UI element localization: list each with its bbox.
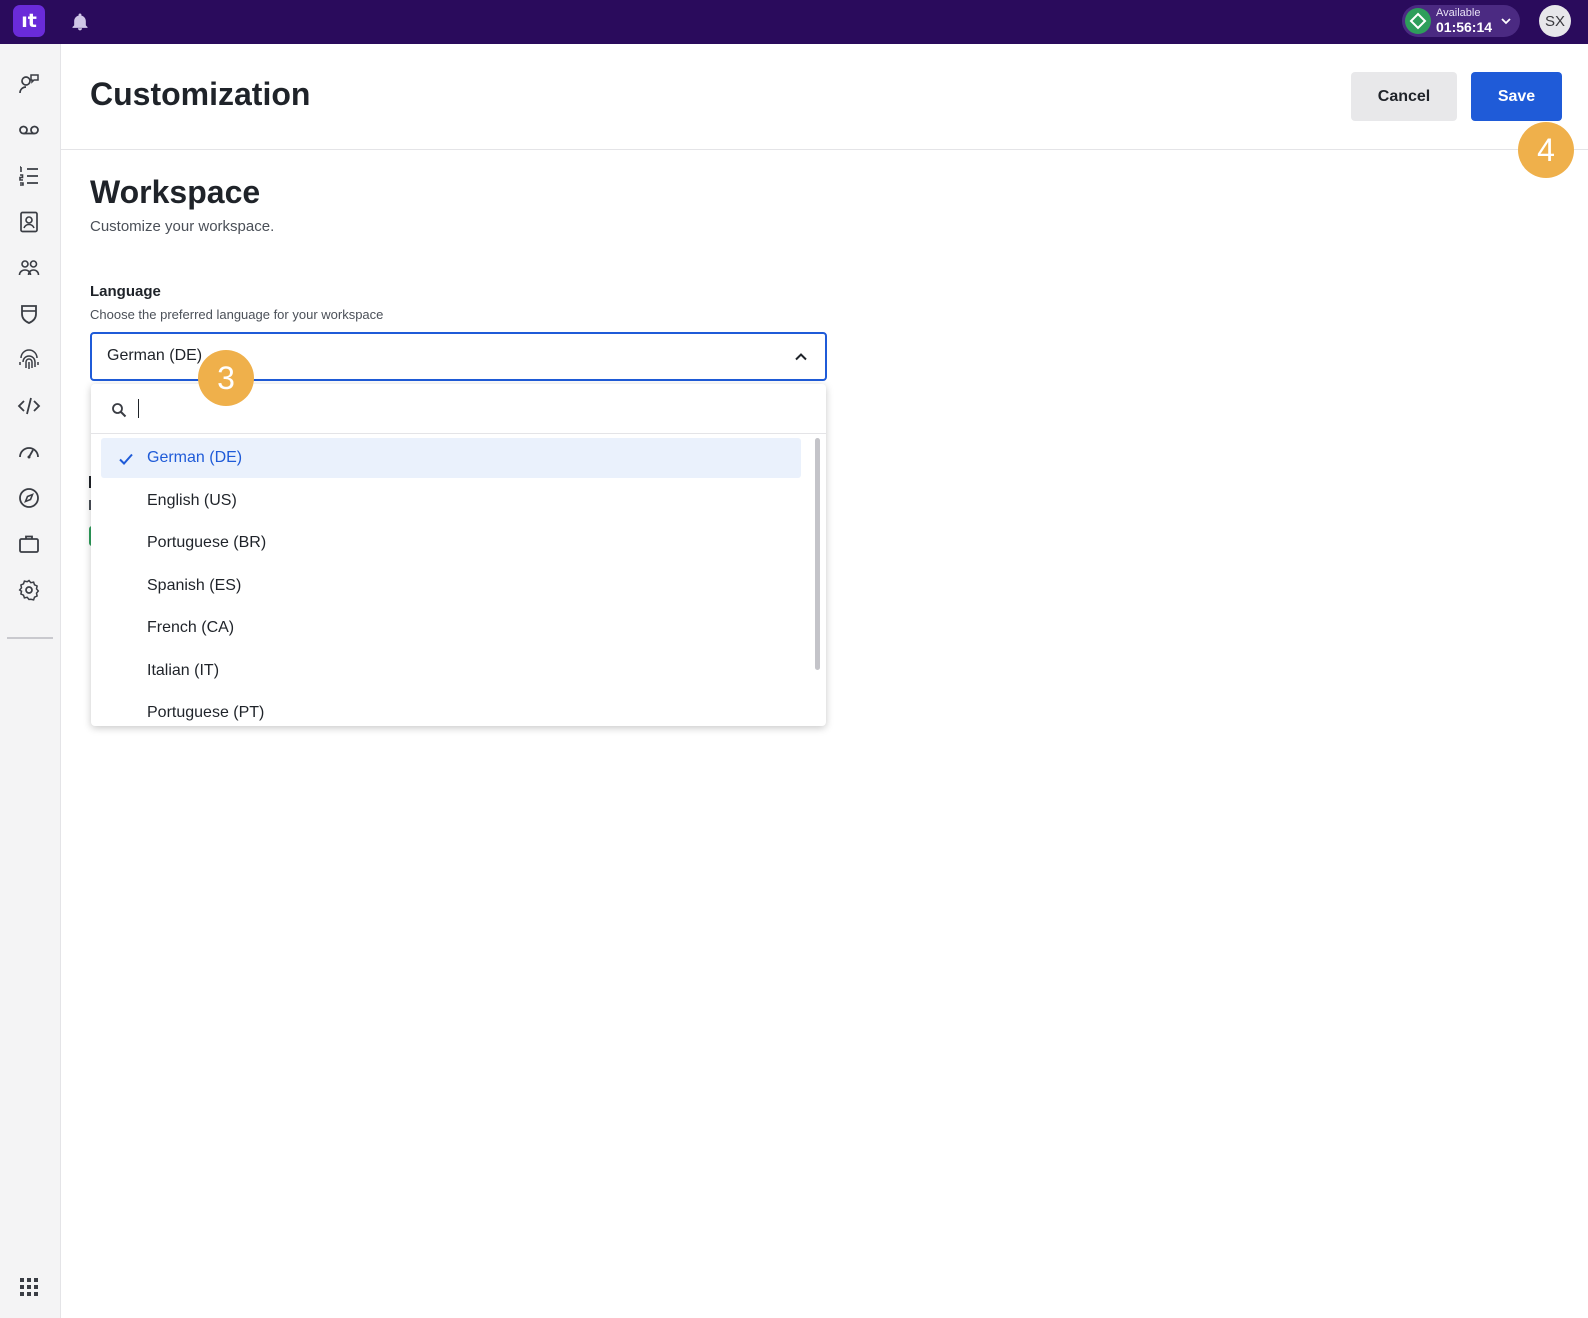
app-logo[interactable]: ıt xyxy=(13,5,45,37)
language-option[interactable]: Portuguese (BR) xyxy=(101,523,801,563)
step-marker: 3 xyxy=(198,350,254,406)
bell-icon[interactable] xyxy=(70,12,90,32)
language-option[interactable]: Spanish (ES) xyxy=(101,566,801,606)
section-subtitle: Customize your workspace. xyxy=(90,218,275,235)
app-window: ıt Available 01:56:14 SX Customization C… xyxy=(0,0,1588,1318)
chevron-up-icon xyxy=(792,348,810,366)
language-option[interactable]: Portuguese (PT) xyxy=(101,693,801,726)
speedometer-icon[interactable] xyxy=(17,440,41,464)
numbered-list-icon[interactable] xyxy=(17,164,41,188)
language-select-value: German (DE) xyxy=(107,347,203,364)
language-dropdown: German (DE) English (US) Portuguese (BR) Sp… xyxy=(91,384,826,726)
user-avatar[interactable]: SX xyxy=(1539,5,1571,37)
scrollbar-thumb[interactable] xyxy=(815,438,820,670)
available-status-icon xyxy=(1405,8,1431,34)
status-timer: 01:56:14 xyxy=(1436,19,1493,35)
contact-book-icon[interactable] xyxy=(17,210,41,234)
language-option[interactable]: French (CA) xyxy=(101,608,801,648)
language-help: Choose the preferred language for your w… xyxy=(90,307,384,322)
dropdown-scrollbar[interactable] xyxy=(814,438,822,722)
checkmark-icon xyxy=(117,450,135,468)
text-caret xyxy=(138,399,139,418)
language-option-label: Italian (IT) xyxy=(147,661,220,679)
people-icon[interactable] xyxy=(17,256,41,280)
language-option-label: Portuguese (PT) xyxy=(147,704,265,721)
language-option-label: Portuguese (BR) xyxy=(147,534,267,551)
status-label: Available xyxy=(1436,7,1481,19)
code-icon[interactable] xyxy=(17,394,41,418)
language-options-list: German (DE) English (US) Portuguese (BR) Sp… xyxy=(91,438,813,726)
sidebar-divider xyxy=(7,637,53,639)
language-option-label: English (US) xyxy=(147,491,237,509)
language-option[interactable]: German (DE) xyxy=(101,438,801,478)
page-header: Customization Cancel Save xyxy=(61,44,1588,150)
chevron-down-icon xyxy=(1499,14,1513,28)
shield-icon[interactable] xyxy=(17,302,41,326)
apps-grid-icon[interactable] xyxy=(19,1277,39,1297)
save-button[interactable]: Save xyxy=(1471,72,1562,121)
language-label: Language xyxy=(90,283,161,300)
chat-user-icon[interactable] xyxy=(17,72,41,96)
search-icon xyxy=(110,401,128,419)
language-option-label: Spanish (ES) xyxy=(147,576,242,594)
gear-icon[interactable] xyxy=(17,578,41,602)
language-option[interactable]: Italian (IT) xyxy=(101,651,801,691)
status-selector[interactable]: Available 01:56:14 xyxy=(1402,5,1520,37)
language-option-label: German (DE) xyxy=(147,449,243,466)
language-option[interactable]: English (US) xyxy=(101,481,801,521)
page-title: Customization xyxy=(90,76,311,112)
top-bar: ıt Available 01:56:14 SX xyxy=(0,0,1588,44)
briefcase-icon[interactable] xyxy=(17,532,41,556)
step-marker: 4 xyxy=(1518,122,1574,178)
voicemail-icon[interactable] xyxy=(17,118,41,142)
compass-icon[interactable] xyxy=(17,486,41,510)
fingerprint-icon[interactable] xyxy=(17,348,41,372)
language-option-label: French (CA) xyxy=(147,619,235,636)
section-title: Workspace xyxy=(90,174,261,210)
cancel-button[interactable]: Cancel xyxy=(1351,72,1457,121)
sidebar xyxy=(0,44,61,1318)
